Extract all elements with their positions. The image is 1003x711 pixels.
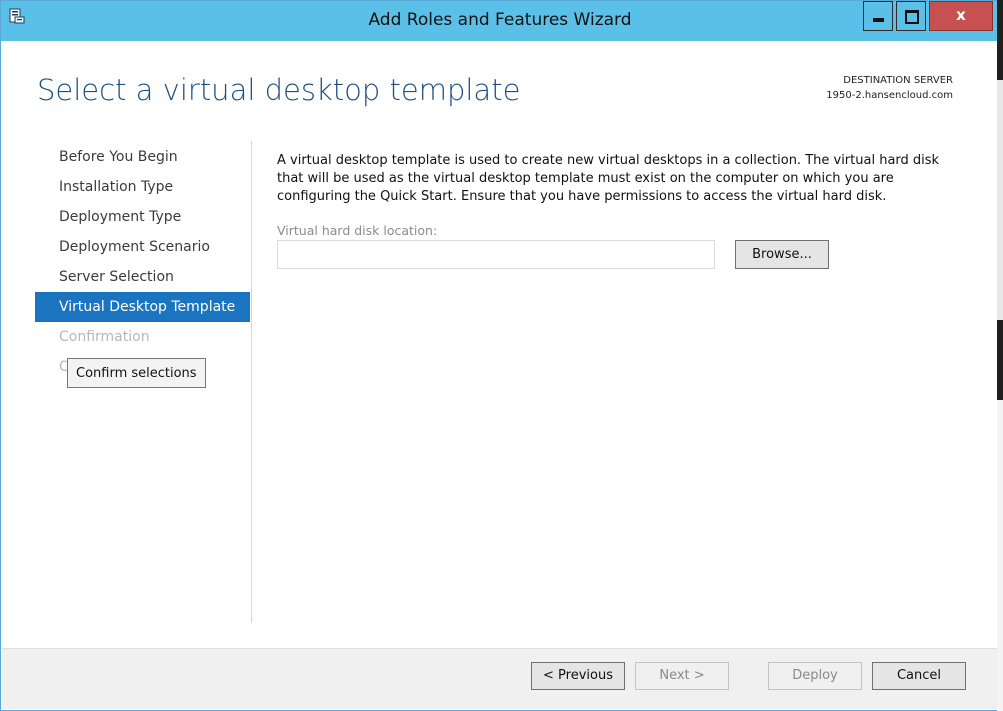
page-title: Select a virtual desktop template [37, 73, 521, 107]
maximize-button[interactable] [896, 1, 926, 31]
nav-item-label: Server Selection [59, 269, 174, 285]
window-title-text: Add Roles and Features Wizard [368, 10, 632, 30]
nav-item-label: Virtual Desktop Template [59, 299, 236, 315]
vhd-location-label: Virtual hard disk location: [277, 223, 438, 238]
wizard-window: Add Roles and Features Wizard x Select a… [0, 0, 1000, 711]
wizard-steps-nav: Before You Begin Installation Type Deplo… [35, 142, 250, 382]
deploy-button[interactable]: Deploy [768, 662, 862, 690]
nav-item-deployment-type[interactable]: Deployment Type [35, 202, 250, 232]
minimize-button[interactable] [863, 1, 893, 31]
vhd-location-input[interactable] [277, 240, 715, 269]
nav-item-virtual-desktop-template[interactable]: Virtual Desktop Template [35, 292, 250, 322]
nav-divider [251, 141, 252, 623]
nav-item-confirmation: Confirmation [35, 322, 250, 352]
title-bar[interactable]: Add Roles and Features Wizard x [1, 1, 999, 41]
background-desktop-edge [997, 0, 1003, 711]
window-title: Add Roles and Features Wizard [1, 10, 999, 30]
cancel-button[interactable]: Cancel [872, 662, 966, 690]
background-window-strip [997, 80, 1003, 320]
destination-server-label: DESTINATION SERVER [843, 75, 953, 86]
template-description: A virtual desktop template is used to cr… [277, 153, 940, 204]
close-icon: x [956, 6, 966, 24]
previous-button[interactable]: < Previous [531, 662, 625, 690]
nav-item-label: Before You Begin [59, 149, 178, 165]
nav-tooltip: Confirm selections [67, 358, 206, 388]
nav-item-label: Deployment Scenario [59, 239, 210, 255]
destination-server-name: 1950-2.hansencloud.com [826, 90, 953, 101]
next-button[interactable]: Next > [635, 662, 729, 690]
nav-item-before-you-begin[interactable]: Before You Begin [35, 142, 250, 172]
nav-item-label: Confirmation [59, 329, 150, 345]
background-window-strip [997, 400, 1003, 711]
close-button[interactable]: x [929, 1, 993, 31]
nav-item-deployment-scenario[interactable]: Deployment Scenario [35, 232, 250, 262]
maximize-icon [905, 10, 919, 24]
browse-button[interactable]: Browse... [735, 240, 829, 269]
nav-item-installation-type[interactable]: Installation Type [35, 172, 250, 202]
nav-item-label: Installation Type [59, 179, 174, 195]
nav-item-server-selection[interactable]: Server Selection [35, 262, 250, 292]
nav-item-label: Deployment Type [59, 209, 182, 225]
minimize-icon [873, 18, 884, 22]
